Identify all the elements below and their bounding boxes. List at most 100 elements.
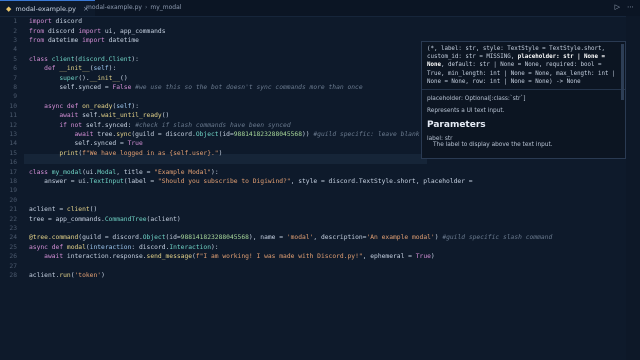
- code-token: f"We have logged in as {self.user}.": [82, 149, 219, 157]
- line-number: 18: [9, 177, 17, 185]
- code-token: 'modal': [286, 234, 314, 242]
- code-token: on_ready: [82, 102, 113, 110]
- code-token: (id=: [165, 234, 181, 242]
- code-line[interactable]: 21 aclient = client(): [0, 205, 97, 214]
- code-token: await: [44, 253, 67, 261]
- code-token: interaction: [89, 243, 132, 251]
- code-line[interactable]: 6 def __init__(self):: [0, 64, 116, 73]
- signature-part: , default: str | None = None, required: …: [427, 62, 619, 85]
- editor-actions: ▷ ⋯: [615, 3, 634, 11]
- breadcrumb-file[interactable]: modal-example.py: [86, 4, 142, 11]
- line-number: 9: [13, 93, 17, 101]
- code-line[interactable]: 8 self.synced = False #we use this so th…: [0, 83, 362, 92]
- code-token: modal: [66, 243, 86, 251]
- code-line[interactable]: 16: [0, 158, 29, 167]
- code-token: (ui.: [82, 168, 98, 176]
- line-number: 26: [9, 253, 17, 261]
- line-number: 7: [13, 74, 17, 82]
- code-token: ): [430, 253, 435, 261]
- code-line[interactable]: 20: [0, 196, 29, 205]
- code-token: tree.: [97, 130, 117, 138]
- line-number: 22: [9, 215, 17, 223]
- code-line[interactable]: 18 answer = ui. TextInput (label = "Should…: [0, 177, 476, 186]
- hover-tooltip: (*, label: str, style: TextStyle = TextS…: [421, 41, 626, 159]
- breadcrumb-symbol[interactable]: my_modal: [150, 4, 181, 11]
- code-line[interactable]: 27: [0, 261, 29, 270]
- hover-scrollbar[interactable]: [621, 44, 624, 100]
- code-token: tree = app_commands.: [29, 215, 105, 223]
- code-line[interactable]: 4: [0, 45, 29, 54]
- code-token: )): [302, 130, 314, 138]
- line-number: 14: [9, 140, 17, 148]
- code-token: await: [59, 112, 83, 120]
- code-line[interactable]: 28 aclient. run('token'): [0, 271, 105, 280]
- code-token: Interaction: [169, 243, 212, 251]
- line-number: 15: [9, 149, 17, 157]
- code-token: (): [161, 112, 170, 120]
- code-line[interactable]: 15 print(f"We have logged in as {self.us…: [0, 149, 222, 158]
- code-token: aclient.: [29, 271, 60, 279]
- signature-text: (*, label: str, style: TextStyle = TextS…: [422, 42, 625, 91]
- code-token: wait_until_ready: [101, 112, 162, 120]
- code-line[interactable]: 7 super (). __init__(): [0, 73, 127, 82]
- code-token: Object: [195, 130, 219, 138]
- code-token: 'token': [74, 271, 102, 279]
- code-token: #guild specific slash command: [442, 234, 553, 242]
- code-token: super: [59, 74, 79, 82]
- code-token: ):: [211, 243, 219, 251]
- code-token: self.synced =: [29, 83, 113, 91]
- code-token: ):: [108, 65, 117, 73]
- code-token: datetime: [108, 36, 139, 44]
- line-number: 20: [9, 196, 17, 204]
- line-number: 2: [13, 27, 17, 35]
- code-token: True: [415, 253, 431, 261]
- code-token: import: [29, 18, 56, 26]
- line-number: 28: [9, 271, 17, 279]
- code-line[interactable]: 10 async def on_ready(self):: [0, 102, 139, 111]
- minimap[interactable]: [626, 16, 640, 360]
- code-line[interactable]: 1 import discord: [0, 17, 82, 26]
- code-line[interactable]: 11 await self. wait_until_ready(): [0, 111, 169, 120]
- code-token: 988141823288045568: [180, 234, 249, 242]
- code-token: discord.Client: [78, 55, 132, 63]
- code-line[interactable]: 22 tree = app_commands. CommandTree (aclien…: [0, 214, 180, 223]
- run-icon[interactable]: ▷: [615, 3, 620, 11]
- line-number: 4: [13, 46, 17, 54]
- more-icon[interactable]: ⋯: [627, 3, 634, 11]
- code-token: async def: [29, 243, 67, 251]
- code-line[interactable]: 3 from datetime import datetime: [0, 36, 139, 45]
- code-token: "Example Modal": [154, 168, 212, 176]
- code-token: @tree.command: [29, 234, 79, 242]
- code-token: datetime: [47, 36, 83, 44]
- code-token: class: [29, 55, 52, 63]
- code-line[interactable]: 17 class my_modal (ui. Modal, title = "Exam…: [0, 167, 218, 176]
- code-token: run: [59, 271, 71, 279]
- code-token: , style = discord.TextStyle.short, place…: [290, 177, 477, 185]
- code-token: def: [44, 65, 60, 73]
- code-line[interactable]: 19: [0, 186, 29, 195]
- code-line[interactable]: 14 self.synced = True: [0, 139, 142, 148]
- code-line[interactable]: 24 @tree.command (guild = discord. Object (i…: [0, 233, 552, 242]
- line-number: 24: [9, 234, 17, 242]
- line-number: 3: [13, 36, 17, 44]
- code-token: False: [112, 83, 136, 91]
- code-token: __init__: [89, 74, 121, 82]
- code-line[interactable]: 12 if not self.synced: #check if slash c…: [0, 120, 290, 129]
- code-line[interactable]: 25 async def modal(interaction: discord. I…: [0, 243, 219, 252]
- code-token: import: [82, 36, 109, 44]
- code-line[interactable]: 2 from discord import ui, app_commands: [0, 26, 165, 35]
- line-number: 5: [13, 55, 17, 63]
- code-token: client: [66, 206, 90, 214]
- code-line[interactable]: 13 await tree. sync (guild = discord. Objec…: [0, 130, 476, 139]
- code-line[interactable]: 23: [0, 224, 29, 233]
- code-line[interactable]: 26 await interaction.response. send_messa…: [0, 252, 435, 261]
- line-number: 1: [13, 18, 17, 26]
- code-token: ):: [131, 102, 139, 110]
- code-line[interactable]: 9: [0, 92, 29, 101]
- code-line[interactable]: 5 class client(discord.Client):: [0, 55, 139, 64]
- param-doc: placeholder: Optional[:class:`str`]: [427, 96, 526, 103]
- code-token: ): [101, 271, 105, 279]
